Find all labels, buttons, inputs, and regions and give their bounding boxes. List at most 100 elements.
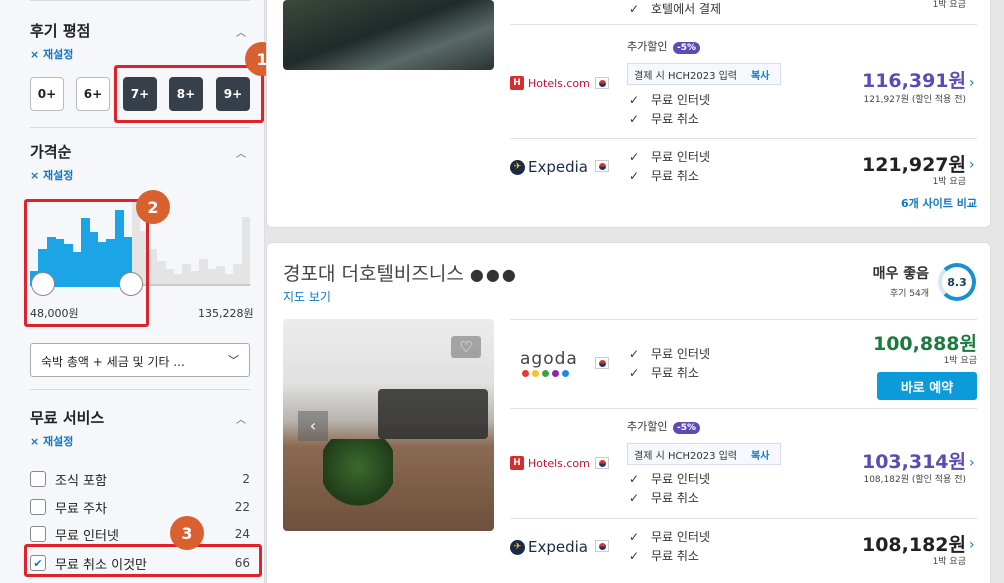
hotel-name-text: 경포대 더호텔비즈니스 xyxy=(283,263,464,285)
feature-text: 무료 인터넷 xyxy=(651,530,711,544)
checkbox[interactable] xyxy=(30,526,46,542)
feature: ✓ 무료 인터넷 xyxy=(629,148,710,165)
chevron-right-icon[interactable]: › xyxy=(969,157,975,173)
rating-0-button[interactable]: 0+ xyxy=(30,77,64,111)
divider xyxy=(510,518,977,519)
price-note: 1박 요금 xyxy=(932,557,966,567)
checkbox[interactable] xyxy=(30,499,46,515)
expedia-price[interactable]: 108,182원 xyxy=(820,530,966,557)
more-options-icon[interactable]: ●●● xyxy=(470,265,518,284)
filter-parking[interactable]: 무료 주차 22 xyxy=(30,496,250,518)
price-note: 1박 요금 xyxy=(943,356,977,366)
price-before-discount: 121,927원 (할인 적용 전) xyxy=(863,95,966,105)
prev-photo-arrow-icon[interactable]: ‹ xyxy=(298,411,328,441)
promo-label: 추가할인 xyxy=(627,420,668,433)
rating-6-button[interactable]: 6+ xyxy=(76,77,110,111)
feature-text: 무료 취소 xyxy=(651,366,699,380)
chevron-right-icon[interactable]: › xyxy=(969,455,975,471)
extra-discount-tag: 추가할인 -5% xyxy=(627,38,700,54)
extra-discount-tag: 추가할인 -5% xyxy=(627,418,700,434)
highlight-box-price xyxy=(24,199,149,327)
price-basis-select[interactable]: 숙박 총액 + 세금 및 기타 ... ﹀ xyxy=(30,343,250,377)
feature: ✓ 무료 취소 xyxy=(629,364,699,381)
book-now-button[interactable]: 바로 예약 xyxy=(877,372,977,400)
favorite-heart-icon[interactable]: ♡ xyxy=(451,336,481,358)
copy-button[interactable]: 복사 xyxy=(751,447,769,462)
collapse-chevron-icon[interactable]: ︿ xyxy=(236,411,246,426)
plant-decor xyxy=(323,439,393,509)
feature: ✓ 무료 인터넷 xyxy=(629,345,710,362)
map-link[interactable]: 지도 보기 xyxy=(283,288,331,305)
highlight-box-free-cancel xyxy=(24,544,262,577)
free-reset-link[interactable]: × 재설정 xyxy=(30,433,73,449)
collapse-chevron-icon[interactable]: ︿ xyxy=(236,24,246,39)
feature-text: 무료 취소 xyxy=(651,549,699,563)
checkbox[interactable] xyxy=(30,471,46,487)
feature: ✓ 무료 인터넷 xyxy=(629,91,710,108)
compare-sites-link[interactable]: 6개 사이트 비교 xyxy=(860,195,977,211)
rating-reset-link[interactable]: × 재설정 xyxy=(30,46,73,62)
filter-label: 무료 주차 xyxy=(55,501,107,517)
hotels-com-price[interactable]: 103,314원 xyxy=(820,447,966,474)
divider xyxy=(30,389,250,390)
hotel-photo[interactable] xyxy=(283,0,494,70)
feature: ✓ 무료 취소 xyxy=(629,489,699,506)
logo-text: Expedia xyxy=(528,538,588,556)
feature-text: 무료 취소 xyxy=(651,112,699,126)
check-icon: ✓ xyxy=(629,150,640,164)
agoda-dots-icon xyxy=(522,370,578,377)
hotels-com-logo[interactable]: H Hotels.com xyxy=(510,456,590,470)
filter-count: 2 xyxy=(242,472,250,486)
expedia-logo[interactable]: ✈ Expedia xyxy=(510,538,588,556)
hotel-photo[interactable]: ♡ ‹ xyxy=(283,319,494,531)
divider xyxy=(510,138,977,139)
feature: ✓ 무료 인터넷 xyxy=(629,528,710,545)
hotels-com-logo[interactable]: H Hotels.com xyxy=(510,76,590,90)
annotation-badge: 3 xyxy=(170,516,204,550)
korea-flag-icon xyxy=(595,357,609,369)
world-map-wall-decor xyxy=(378,389,488,439)
agoda-price[interactable]: 100,888원 xyxy=(820,329,977,356)
check-icon: ✓ xyxy=(629,530,640,544)
filter-internet[interactable]: 무료 인터넷 24 xyxy=(30,523,250,545)
check-icon: ✓ xyxy=(629,491,640,505)
histogram-bar xyxy=(241,217,251,286)
hotels-com-price[interactable]: 116,391원 xyxy=(820,66,966,93)
korea-flag-icon xyxy=(595,160,609,172)
filter-breakfast[interactable]: 조식 포함 2 xyxy=(30,468,250,490)
logo-text: Expedia xyxy=(528,158,588,176)
korea-flag-icon xyxy=(595,457,609,469)
hotel-name[interactable]: 경포대 더호텔비즈니스 ●●● xyxy=(283,259,518,286)
agoda-logo[interactable]: agoda xyxy=(520,349,578,377)
filter-count: 22 xyxy=(234,500,250,514)
price-note: 1박 요금 xyxy=(932,177,966,187)
divider xyxy=(30,0,250,1)
promo-percent: -5% xyxy=(672,422,700,434)
check-icon: ✓ xyxy=(629,472,640,486)
logo-text: Hotels.com xyxy=(528,76,590,90)
expedia-plane-icon: ✈ xyxy=(510,539,525,555)
expedia-price[interactable]: 121,927원 xyxy=(820,150,966,177)
expedia-logo[interactable]: ✈ Expedia xyxy=(510,158,588,176)
chevron-right-icon[interactable]: › xyxy=(969,75,975,91)
hotels-com-icon: H xyxy=(510,76,524,90)
rating-filter-title: 후기 평점 xyxy=(30,22,91,40)
feature-text: 무료 인터넷 xyxy=(651,93,711,107)
check-icon: ✓ xyxy=(629,366,640,380)
logo-text: Hotels.com xyxy=(528,456,590,470)
review-count[interactable]: 후기 54개 xyxy=(855,286,929,299)
check-icon: ✓ xyxy=(629,347,640,361)
collapse-chevron-icon[interactable]: ︿ xyxy=(236,145,246,160)
copy-button[interactable]: 복사 xyxy=(751,67,769,82)
chevron-right-icon[interactable]: › xyxy=(969,537,975,553)
rating-score-ring: 8.3 xyxy=(938,263,976,301)
divider xyxy=(510,408,977,409)
feature-text: 무료 취소 xyxy=(651,169,699,183)
divider xyxy=(510,24,977,25)
price-reset-link[interactable]: × 재설정 xyxy=(30,167,73,183)
price-max-label: 135,228원 xyxy=(198,307,254,320)
check-icon: ✓ xyxy=(629,169,640,183)
feature-text: 무료 인터넷 xyxy=(651,472,711,486)
annotation-badge: 2 xyxy=(136,190,170,224)
filter-count: 24 xyxy=(234,527,250,541)
